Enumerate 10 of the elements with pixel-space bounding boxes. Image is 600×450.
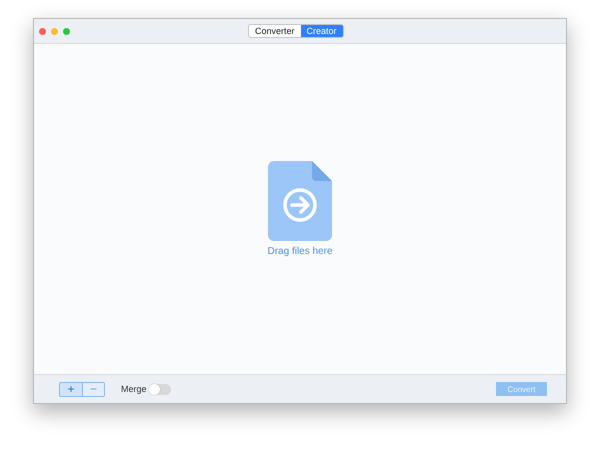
file-arrow-icon — [268, 161, 332, 241]
minimize-button[interactable] — [51, 28, 58, 34]
add-button[interactable]: + — [60, 382, 82, 396]
close-button[interactable] — [39, 28, 46, 34]
merge-label: Merge — [121, 384, 147, 394]
merge-toggle[interactable] — [148, 384, 171, 394]
drop-hint: Drag files here — [267, 246, 333, 257]
zoom-button[interactable] — [63, 28, 70, 34]
tab[interactable]: Converter — [249, 25, 301, 37]
tab[interactable]: Creator — [300, 25, 343, 37]
